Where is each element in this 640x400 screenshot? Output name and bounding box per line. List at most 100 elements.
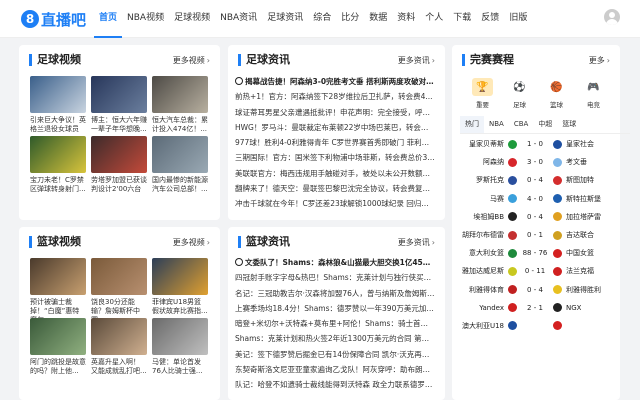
basketball-video-more-link[interactable]: 更多视频 › xyxy=(173,237,210,248)
news-item[interactable]: Shams：克莱计划和热火签2年近1300万美元的合同 第二年... xyxy=(235,331,435,346)
news-item[interactable]: 前热+1！官方：阿森纳签下28岁维拉后卫扎萨，转会费4... xyxy=(235,89,435,104)
video-caption[interactable]: 马健：单论首发76人比骑士强... xyxy=(152,358,208,378)
news-item[interactable]: HWG！罗马斗：曼联裁定布莱顿22岁中场巴莱巴，转会总价7... xyxy=(235,120,435,135)
home-team-name: 利雅得体育 xyxy=(469,285,504,294)
video-item[interactable]: 马健：单论首发76人比骑士强... xyxy=(152,318,208,378)
video-thumbnail[interactable] xyxy=(152,258,208,295)
user-avatar-icon[interactable] xyxy=(604,9,620,25)
video-caption[interactable]: 引来巨大争议！英格兰退役女球员 xyxy=(30,116,86,136)
nav-football-video[interactable]: 足球视频 xyxy=(169,0,215,38)
news-item[interactable]: 文委队了！Shams：森林狼&山猫最大胆交换1亿45亿美元... xyxy=(235,255,435,270)
video-caption[interactable]: 恒大汽车总裁：累计投入474亿！... xyxy=(152,116,208,136)
video-thumbnail[interactable] xyxy=(30,258,86,295)
match-row[interactable]: 马赛 4 - 0 斯特拉斯堡 xyxy=(460,190,630,208)
video-thumbnail[interactable] xyxy=(30,318,86,355)
news-item[interactable]: 暗登+米切尔+沃特森+莫布里+阿伦！Shams：骑士首发身... xyxy=(235,316,435,331)
football-video-more-link[interactable]: 更多视频 › xyxy=(173,55,210,66)
video-item[interactable]: 劳塔罗加盟已获谈判设计2'00六台 xyxy=(91,136,147,196)
schedule-more-link[interactable]: 更多 › xyxy=(589,55,610,66)
category-football-field[interactable]: ⚽ 足球 xyxy=(508,78,531,110)
match-row[interactable]: 埃祖姆BB 0 - 4 加拉塔萨雷 xyxy=(460,208,630,226)
nav-football-news[interactable]: 足球资讯 xyxy=(262,0,308,38)
nav-download[interactable]: 下载 xyxy=(448,0,476,38)
video-thumbnail[interactable] xyxy=(91,136,147,173)
video-caption[interactable]: 饶良30分还能输？詹姆斯杯中国... xyxy=(91,298,147,318)
video-item[interactable]: 饶良30分还能输？詹姆斯杯中国... xyxy=(91,258,147,318)
nav-home[interactable]: 首页 xyxy=(94,0,123,38)
match-row[interactable]: 胡拜尔布德雷 0 - 1 吉达联合 xyxy=(460,226,630,244)
category-trophy[interactable]: 🏆 重要 xyxy=(471,78,494,109)
video-item[interactable]: 菲律宾U18男篮假状故弃比赛指... xyxy=(152,258,208,318)
video-caption[interactable]: 英嘉升星入啊！ 又能成就乱打吧... xyxy=(91,358,147,378)
news-item[interactable]: 美联联官方：梅西违规用手触碰对手，被处以未公开数额的罚款 xyxy=(235,166,435,181)
nav-nba-news[interactable]: NBA资讯 xyxy=(215,0,262,38)
match-row[interactable]: 阿森纳 3 - 0 考文垂 xyxy=(460,153,630,171)
schedule-tab[interactable]: 热门 xyxy=(460,116,484,133)
match-score: 1 - 0 xyxy=(527,140,543,149)
nav-scores[interactable]: 比分 xyxy=(336,0,364,38)
match-row[interactable]: 意大利女篮 88 - 76 中国女篮 xyxy=(460,244,630,262)
news-text[interactable]: 文委队了！Shams：森林狼&山猫最大胆交换1亿45亿美元... xyxy=(245,258,435,267)
nav-old-version[interactable]: 旧版 xyxy=(504,0,532,38)
site-logo[interactable]: 8 直播吧 xyxy=(21,8,86,30)
nav-info[interactable]: 资料 xyxy=(392,0,420,38)
video-item[interactable]: 英嘉升星入啊！ 又能成就乱打吧... xyxy=(91,318,147,378)
news-text[interactable]: 揭幕战告捷！阿森纳3-0完胜考文垂 搭利斯两度攻破对手... xyxy=(245,77,435,86)
news-item[interactable]: 揭幕战告捷！阿森纳3-0完胜考文垂 搭利斯两度攻破对手... xyxy=(235,74,435,89)
news-item[interactable]: 队记：哈登不如遗骑士裁线能得到沃特森 政全力联系德罗赞等... xyxy=(235,377,435,392)
news-item[interactable]: 翻牌来了！德天空：曼联签巴黎巴沈完全协议，转会费复少700... xyxy=(235,181,435,196)
video-item[interactable]: 预计被骗士裁掉！“白魔”惠特摩尔... xyxy=(30,258,86,318)
news-item[interactable]: 977球！胜利4-0利雅得青年 C罗世界赛首秀即破门 菲利克斯... xyxy=(235,135,435,150)
nav-nba-video[interactable]: NBA视频 xyxy=(122,0,169,38)
video-item[interactable]: 引来巨大争议！英格兰退役女球员 xyxy=(30,76,86,136)
video-item[interactable]: 恒大汽车总裁：累计投入474亿！... xyxy=(152,76,208,136)
match-row[interactable]: 利雅得体育 0 - 4 利雅得胜利 xyxy=(460,281,630,299)
nav-personal[interactable]: 个人 xyxy=(420,0,448,38)
news-item[interactable]: 上赛季场均18.4分！Shams：德罗赞以一年390万美元加盟... xyxy=(235,301,435,316)
news-item[interactable]: 球证蒂耳男星父亲遭遇抵批评！申花声明：完全接受，呼吁理... xyxy=(235,105,435,120)
schedule-tab[interactable]: CBA xyxy=(509,116,533,133)
schedule-tab[interactable]: NBA xyxy=(484,116,509,133)
nav-feedback[interactable]: 反馈 xyxy=(476,0,504,38)
video-thumbnail[interactable] xyxy=(30,136,86,173)
video-thumbnail[interactable] xyxy=(91,318,147,355)
gamepad-icon: 🎮 xyxy=(587,81,600,93)
video-thumbnail[interactable] xyxy=(152,136,208,173)
video-caption[interactable]: 菲律宾U18男篮假状故弃比赛指... xyxy=(152,298,208,318)
match-row[interactable]: 雅加达威尼斯 0 - 11 法兰克福 xyxy=(460,262,630,280)
video-thumbnail[interactable] xyxy=(91,258,147,295)
video-thumbnail[interactable] xyxy=(30,76,86,113)
football-news-more-link[interactable]: 更多资讯 › xyxy=(398,55,435,66)
video-thumbnail[interactable] xyxy=(152,76,208,113)
video-item[interactable]: 宝刀未老！C罗禁区弹球转身射门... xyxy=(30,136,86,196)
video-item[interactable]: 国内最惨的新能源汽车公司总部！... xyxy=(152,136,208,196)
video-thumbnail[interactable] xyxy=(152,318,208,355)
category-gamepad[interactable]: 🎮 电竞 xyxy=(582,78,605,110)
video-caption[interactable]: 宝刀未老！C罗禁区弹球转身射门... xyxy=(30,176,86,196)
video-caption[interactable]: 博主：恒大六年赚一辈子年华想晚... xyxy=(91,116,147,136)
nav-stats[interactable]: 数据 xyxy=(364,0,392,38)
category-basketball-court[interactable]: 🏀 篮球 xyxy=(545,78,568,110)
match-row[interactable]: 皇家贝蒂斯 1 - 0 皇家社会 xyxy=(460,135,630,153)
match-row[interactable]: 罗斯托克 0 - 4 斯图加特 xyxy=(460,171,630,189)
video-item[interactable]: 阿门的跳投是故意的吗？附上他... xyxy=(30,318,86,378)
schedule-tab[interactable]: 篮球 xyxy=(557,116,581,133)
basketball-news-more-link[interactable]: 更多资讯 › xyxy=(398,237,435,248)
match-row[interactable]: Yandex 2 - 1 NGX xyxy=(460,299,630,317)
news-item[interactable]: 四冠射手账字字母&热巴！Shams：克莱计划与独行侠买断后... xyxy=(235,270,435,285)
news-item[interactable]: 三期国际！官方：国米签下利物浦中场菲斯，转会费总价350... xyxy=(235,150,435,165)
news-item[interactable]: 名记：三冠助教吉尔·汉森将加盟76人，曾与纳斯及詹姆斯打合... xyxy=(235,286,435,301)
video-caption[interactable]: 国内最惨的新能源汽车公司总部！... xyxy=(152,176,208,196)
video-item[interactable]: 博主：恒大六年赚一辈子年华想晚... xyxy=(91,76,147,136)
main-nav: 首页 NBA视频 足球视频 NBA资讯 足球资讯 综合 比分 数据 资料 个人 … xyxy=(94,0,532,38)
nav-general[interactable]: 综合 xyxy=(308,0,336,38)
schedule-tab[interactable]: 中超 xyxy=(533,116,557,133)
news-item[interactable]: 东契奇斯洛文尼亚亚童家遍询乙戈队！阿灰穿呼：助布朗出来了！ xyxy=(235,362,435,377)
video-thumbnail[interactable] xyxy=(91,76,147,113)
match-row[interactable]: 澳大利亚U18 xyxy=(460,317,630,335)
video-caption[interactable]: 劳塔罗加盟已获谈判设计2'00六台 xyxy=(91,176,147,196)
video-caption[interactable]: 预计被骗士裁掉！“白魔”惠特摩尔... xyxy=(30,298,86,318)
news-item[interactable]: 冲击千球就在今年！C罗还差23球解锁1000球纪录 回归首战... xyxy=(235,196,435,211)
news-item[interactable]: 美记：签下德罗赞后掘金已有14份保障合同 凯尔·沃克再留队... xyxy=(235,347,435,362)
video-caption[interactable]: 阿门的跳投是故意的吗？附上他... xyxy=(30,358,86,378)
